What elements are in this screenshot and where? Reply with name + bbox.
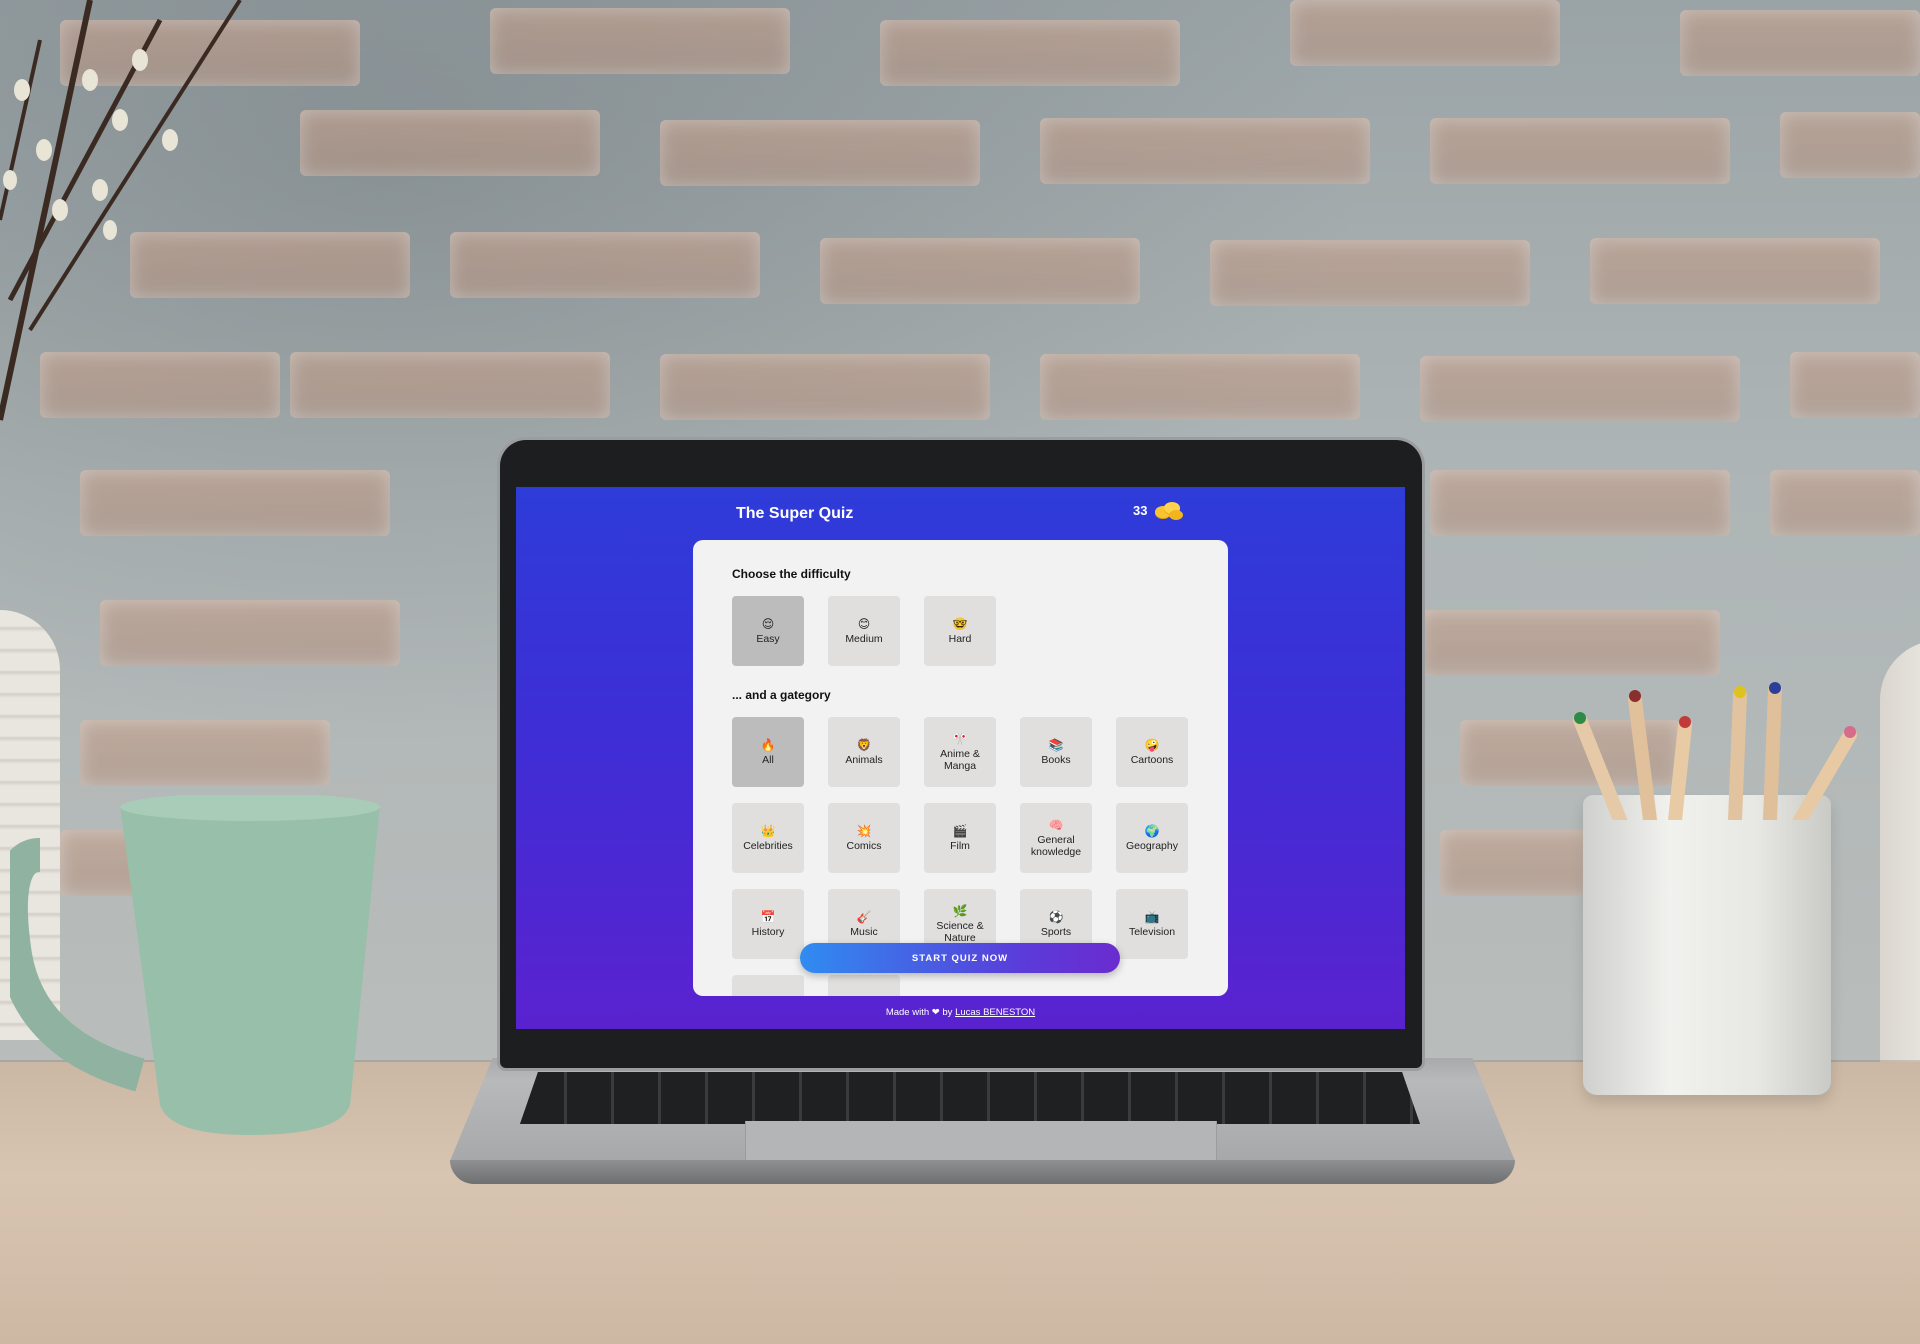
medium-icon: 😊 (857, 616, 871, 631)
trackpad (745, 1121, 1217, 1162)
category-option-item-15[interactable] (732, 975, 804, 996)
category-option-film[interactable]: 🎬 Film (924, 803, 996, 873)
category-option-television[interactable]: 📺 Television (1116, 889, 1188, 959)
quiz-setup-card: Choose the difficulty 😌 Easy 😊 Medium 🤓 Hard … (693, 540, 1228, 996)
geography-icon: 🌍 (1144, 823, 1160, 838)
app-title: The Super Quiz (736, 505, 854, 522)
pencil-cup (1583, 795, 1831, 1095)
category-heading: ... and a gategory (732, 688, 831, 702)
difficulty-option-label: Hard (948, 632, 972, 645)
category-option-animals[interactable]: 🦁 Animals (828, 717, 900, 787)
comics-icon: 💥 (856, 823, 872, 838)
general-knowledge-icon: 🧠 (1048, 817, 1064, 832)
category-option-books[interactable]: 📚 Books (1020, 717, 1092, 787)
keyboard (520, 1072, 1420, 1124)
category-option-label: Celebrities (743, 839, 793, 852)
category-option-geography[interactable]: 🌍 Geography (1116, 803, 1188, 873)
category-option-celebrities[interactable]: 👑 Celebrities (732, 803, 804, 873)
category-option-all[interactable]: 🔥 All (732, 717, 804, 787)
cartoons-icon: 🤪 (1144, 737, 1160, 752)
category-option-anime-and-manga[interactable]: 🎌 Anime & Manga (924, 717, 996, 787)
category-option-label: Television (1128, 925, 1176, 938)
mug (10, 795, 380, 1135)
easy-icon: 😌 (761, 616, 775, 631)
hard-icon: 🤓 (952, 616, 968, 631)
category-option-cartoons[interactable]: 🤪 Cartoons (1116, 717, 1188, 787)
category-option-item-16[interactable]: 🎮 (828, 975, 900, 996)
category-option-label: Music (850, 925, 878, 938)
coins-icon (1155, 502, 1184, 520)
television-icon: 📺 (1144, 909, 1160, 924)
start-quiz-button[interactable]: START QUIZ NOW (800, 943, 1120, 973)
branches-decoration (0, 0, 242, 421)
category-option-general-knowledge[interactable]: 🧠 General knowledge (1020, 803, 1092, 873)
history-icon: 📅 (760, 909, 776, 924)
sports-icon: ⚽ (1048, 909, 1064, 924)
pencils (1573, 682, 1857, 820)
category-option-label: General knowledge (1030, 833, 1082, 858)
category-option-label: Animals (845, 753, 883, 766)
difficulty-option-label: Medium (845, 632, 883, 645)
vase-right (1880, 640, 1920, 1120)
category-option-label: All (762, 753, 774, 766)
all-icon: 🔥 (760, 737, 776, 752)
difficulty-option-label: Easy (756, 632, 780, 645)
science-and-nature-icon: 🌿 (952, 903, 968, 918)
difficulty-option-easy[interactable]: 😌 Easy (732, 596, 804, 666)
anime-and-manga-icon: 🎌 (952, 731, 968, 746)
difficulty-heading: Choose the difficulty (732, 567, 851, 581)
author-link[interactable]: Lucas BENESTON (955, 1007, 1035, 1018)
music-icon: 🎸 (856, 909, 872, 924)
difficulty-option-medium[interactable]: 😊 Medium (828, 596, 900, 666)
difficulty-option-hard[interactable]: 🤓 Hard (924, 596, 996, 666)
category-option-comics[interactable]: 💥 Comics (828, 803, 900, 873)
category-option-label: Comics (846, 839, 882, 852)
category-option-label: Sports (1040, 925, 1072, 938)
category-option-label: Film (950, 839, 970, 852)
category-option-label: History (751, 925, 785, 938)
category-option-history[interactable]: 📅 History (732, 889, 804, 959)
category-option-label: Science & Nature (936, 919, 984, 944)
heart-icon: ❤ (931, 1007, 940, 1018)
category-option-label: Anime & Manga (940, 747, 980, 772)
animals-icon: 🦁 (856, 737, 872, 752)
footer: Made with ❤ by Lucas BENESTON (885, 1007, 1036, 1018)
category-option-label: Geography (1126, 839, 1178, 852)
coin-count: 33 (1133, 502, 1148, 518)
film-icon: 🎬 (952, 823, 968, 838)
quiz-app-screen: The Super Quiz 33 Choose the difficulty … (516, 487, 1405, 1029)
coin-counter: 33 (1133, 500, 1184, 520)
books-icon: 📚 (1048, 737, 1064, 752)
category-option-label: Books (1041, 753, 1071, 766)
category-option-label: Cartoons (1130, 753, 1174, 766)
celebrities-icon: 👑 (760, 823, 776, 838)
